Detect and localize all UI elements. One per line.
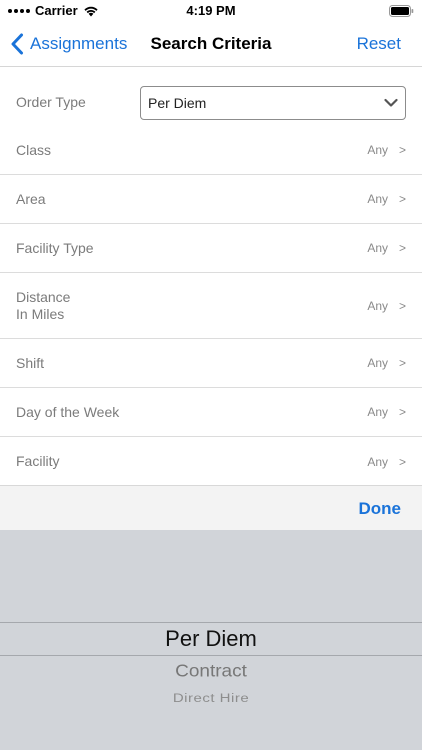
chevron-left-icon	[11, 33, 23, 55]
criteria-label: Class	[16, 141, 52, 158]
picker-option[interactable]: Contract	[0, 662, 422, 682]
nav-divider	[0, 66, 422, 67]
criteria-row-distance[interactable]: Distance In Miles Any >	[0, 273, 422, 339]
criteria-list: Class Any > Area Any > Facility Type Any…	[0, 126, 422, 486]
criteria-label: Area	[16, 190, 46, 207]
criteria-row-facility-type[interactable]: Facility Type Any >	[0, 224, 422, 273]
order-type-row: Order Type Per Diem	[0, 80, 422, 126]
criteria-label: Facility Type	[16, 239, 94, 256]
criteria-value: Any	[367, 143, 388, 157]
criteria-row-day-of-week[interactable]: Day of the Week Any >	[0, 388, 422, 437]
criteria-value: Any	[367, 405, 388, 419]
criteria-value: Any	[367, 192, 388, 206]
criteria-row-facility[interactable]: Facility Any >	[0, 437, 422, 486]
battery-icon	[389, 5, 414, 17]
chevron-right-icon: >	[398, 192, 406, 206]
criteria-value: Any	[367, 241, 388, 255]
criteria-row-class[interactable]: Class Any >	[0, 126, 422, 175]
order-type-picker[interactable]: Per Diem Contract Direct Hire	[0, 530, 422, 750]
navigation-bar: Assignments Search Criteria Reset	[0, 22, 422, 66]
chevron-right-icon: >	[398, 405, 406, 419]
chevron-right-icon: >	[398, 298, 406, 313]
picker-option-selected[interactable]: Per Diem	[0, 626, 422, 652]
order-type-select[interactable]: Per Diem	[140, 86, 406, 120]
picker-option[interactable]: Direct Hire	[0, 692, 422, 706]
criteria-row-area[interactable]: Area Any >	[0, 175, 422, 224]
criteria-value: Any	[367, 356, 388, 370]
criteria-row-shift[interactable]: Shift Any >	[0, 339, 422, 388]
order-type-label: Order Type	[16, 94, 86, 110]
criteria-label: Day of the Week	[16, 403, 120, 420]
chevron-right-icon: >	[398, 143, 406, 157]
chevron-right-icon: >	[398, 241, 406, 255]
criteria-value: Any	[367, 298, 388, 313]
chevron-down-icon	[384, 98, 398, 107]
picker-toolbar: Done	[0, 485, 422, 530]
order-type-value: Per Diem	[148, 95, 207, 111]
criteria-value: Any	[367, 454, 388, 469]
criteria-label: Facility	[16, 453, 60, 469]
chevron-right-icon: >	[398, 356, 406, 370]
back-button-label: Assignments	[30, 34, 128, 53]
criteria-label: Distance In Miles	[16, 288, 71, 322]
reset-button[interactable]: Reset	[357, 22, 401, 66]
status-bar: Carrier 4:19 PM	[0, 0, 422, 22]
criteria-label: Shift	[16, 354, 45, 371]
done-button[interactable]: Done	[359, 486, 402, 531]
back-button[interactable]: Assignments	[10, 22, 127, 66]
chevron-right-icon: >	[398, 454, 406, 469]
status-time: 4:19 PM	[186, 3, 236, 18]
